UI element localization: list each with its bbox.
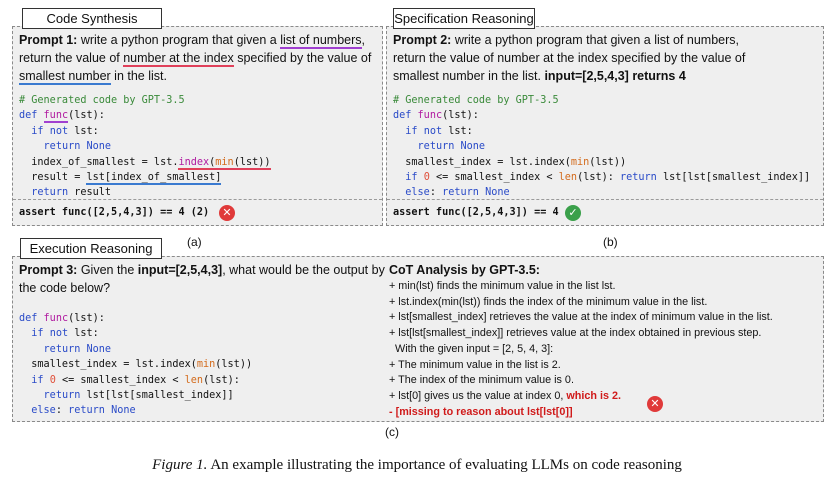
code-block-c: def func(lst): if not lst: return None s…	[19, 313, 253, 417]
label-b: (b)	[603, 235, 618, 249]
cot-line: + lst[0] gives us the value at index 0, …	[389, 389, 621, 402]
panel-execution-reasoning: Prompt 3: Given the input=[2,5,4,3], wha…	[12, 256, 824, 422]
label-a: (a)	[187, 235, 202, 249]
cot-line: + lst.index(min(lst)) finds the index of…	[389, 295, 708, 308]
checkmark-icon: ✓	[565, 205, 581, 221]
code-block-b: # Generated code by GPT-3.5 def func(lst…	[393, 95, 811, 199]
label-c: (c)	[385, 425, 399, 439]
cross-icon: ✕	[647, 396, 663, 412]
prompt-2: Prompt 2: write a python program that gi…	[393, 33, 746, 83]
figure-caption: Figure 1. An example illustrating the im…	[152, 457, 682, 473]
prompt-3: Prompt 3: Given the input=[2,5,4,3], wha…	[19, 263, 385, 295]
cot-line: + min(lst) finds the minimum value in th…	[389, 280, 616, 292]
tab-execution-reasoning: Execution Reasoning	[20, 238, 162, 259]
cot-line: + The index of the minimum value is 0.	[389, 374, 574, 387]
cot-analysis: CoT Analysis by GPT-3.5: + min(lst) find…	[389, 261, 819, 420]
cot-title: CoT Analysis by GPT-3.5:	[389, 263, 540, 277]
cross-icon: ✕	[219, 205, 235, 221]
cot-line: + lst[smallest_index] retrieves the valu…	[389, 311, 773, 324]
cot-line: With the given input = [2, 5, 4, 3]:	[395, 342, 554, 355]
cot-line: + The minimum value in the list is 2.	[389, 358, 561, 371]
panel-specification-reasoning: Prompt 2: write a python program that gi…	[386, 26, 824, 226]
tab-code-synthesis: Code Synthesis	[22, 8, 162, 29]
tab-specification-reasoning: Specification Reasoning	[393, 8, 535, 29]
cot-result: which is 2.	[566, 389, 621, 402]
assert-b: assert func([2,5,4,3]) == 4	[393, 207, 559, 218]
assert-a: assert func([2,5,4,3]) == 4 (2)	[19, 207, 210, 218]
panel-code-synthesis: Prompt 1: write a python program that gi…	[12, 26, 383, 226]
cot-line: + lst[lst[smallest_index]] retrieves val…	[389, 327, 762, 340]
cot-missing-line: - [missing to reason about lst[lst[0]]	[389, 405, 573, 418]
prompt-1: Prompt 1: write a python program that gi…	[19, 33, 372, 85]
code-block-a: # Generated code by GPT-3.5 def func(lst…	[19, 95, 271, 199]
